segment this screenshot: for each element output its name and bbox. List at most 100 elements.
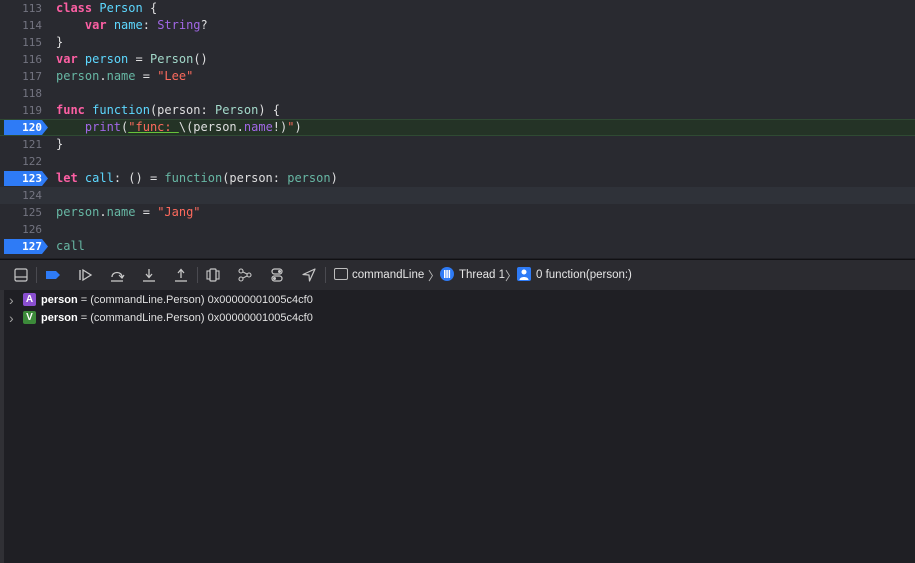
code-text[interactable]: } [56,34,63,51]
step-out-button[interactable] [173,267,189,283]
code-line[interactable]: 117 person.name = "Lee" [0,68,915,85]
code-token: name [243,120,273,134]
line-number-gutter[interactable]: 118 [0,85,46,102]
code-token: . [236,120,244,134]
code-line[interactable]: 114 var name: String? [0,17,915,34]
code-text[interactable]: person.name = "Jang" [56,204,201,221]
code-line[interactable]: 125 person.name = "Jang" [0,204,915,221]
line-number: 117 [22,70,42,83]
line-number-gutter[interactable]: 126 [0,221,46,238]
memory-graph-button[interactable] [237,267,253,283]
view-hierarchy-button[interactable] [205,267,221,283]
line-number-gutter[interactable]: 123 [0,170,48,187]
code-line[interactable]: 124 [0,187,915,204]
code-line[interactable]: 119 func function(person: Person) { [0,102,915,119]
code-token: person [84,52,129,66]
breadcrumb-frame[interactable]: 0 function(person:) [536,268,632,282]
code-token: } [56,137,64,151]
line-number-gutter[interactable]: 124 [0,187,46,204]
variables-view[interactable]: › Aperson = (commandLine.Person) 0x000000… [0,290,915,563]
code-token: ) { [258,103,281,117]
line-number: 113 [22,2,42,15]
line-number-gutter[interactable]: 120 [0,120,48,135]
code-token: ) [294,120,302,134]
simulate-location-button[interactable] [301,267,317,283]
code-line[interactable]: 127 call [0,238,915,255]
chevron-right-icon: 〉 [505,269,518,283]
line-number-gutter[interactable]: 113 [0,0,46,17]
disclosure-chevron-icon[interactable]: › [9,292,14,308]
variable-value: = (commandLine.Person) 0x00000001005c4cf… [77,312,313,324]
line-number-gutter[interactable]: 114 [0,17,46,34]
hide-debug-area-button[interactable] [13,267,29,283]
breadcrumb-thread[interactable]: Thread 1 [459,268,505,282]
code-token: = [135,69,158,83]
code-token: String [157,18,201,32]
breadcrumb-separator [325,267,326,283]
line-number: 127 [22,240,42,253]
line-number-gutter[interactable]: 117 [0,68,46,85]
code-text[interactable]: print("func: \(person.name!)") [56,120,302,135]
code-line[interactable]: 120 print("func: \(person.name!)") [0,119,915,136]
line-number-gutter[interactable]: 121 [0,136,46,153]
code-token: name [113,18,143,32]
step-into-button[interactable] [141,267,157,283]
code-token: class [56,1,93,15]
debug-bar: commandLine 〉 Thread 1 〉 0 function(pers… [0,259,915,291]
code-line[interactable]: 121} [0,136,915,153]
code-token: Person [99,1,143,15]
code-line[interactable]: 115} [0,34,915,51]
variable-row[interactable]: › Vperson = (commandLine.Person) 0x000000… [4,310,904,326]
code-text[interactable]: func function(person: Person) { [56,102,280,119]
step-over-button[interactable] [109,267,125,283]
disclosure-chevron-icon[interactable]: › [9,310,14,326]
code-token: Person [214,103,259,117]
code-line[interactable]: 126 [0,221,915,238]
line-number: 115 [22,36,42,49]
code-token: . [99,205,107,219]
line-number-gutter[interactable]: 125 [0,204,46,221]
code-text[interactable]: let call: () = function(person: person) [56,170,338,187]
code-text[interactable]: var person = Person() [56,51,208,68]
line-number-gutter[interactable]: 127 [0,238,48,255]
code-token: . [99,69,107,83]
line-number-gutter[interactable]: 116 [0,51,46,68]
code-token: = [128,52,150,66]
code-token: function [92,103,150,117]
line-number: 120 [22,121,42,134]
code-line[interactable]: 113 class Person { [0,0,915,17]
code-token: ? [200,18,208,32]
location-icon [301,267,317,283]
line-number-gutter[interactable]: 119 [0,102,46,119]
code-line[interactable]: 118 [0,85,915,102]
code-token: person [56,69,100,83]
variable-row[interactable]: › Aperson = (commandLine.Person) 0x000000… [4,292,904,308]
code-text[interactable]: call [56,238,85,255]
code-text[interactable]: person.name = "Lee" [56,68,193,85]
stack-frame-icon [517,267,531,281]
line-number: 119 [22,104,42,117]
code-line[interactable]: 123 let call: () = function(person: perso… [0,170,915,187]
line-number-gutter[interactable]: 115 [0,34,46,51]
variable-kind-badge: V [23,311,36,324]
code-token: \( [178,120,194,134]
source-editor[interactable]: 113 class Person {114 var name: String? 11… [0,0,915,258]
code-text[interactable]: } [56,136,63,153]
panel-bottom-icon [13,267,29,283]
code-token: (person: [149,103,215,117]
code-text[interactable]: class Person { [56,0,157,17]
line-number: 126 [22,223,42,236]
variable-text: person = (commandLine.Person) 0x00000001… [41,310,313,326]
code-token: call [56,239,85,253]
code-line[interactable]: 116 var person = Person() [0,51,915,68]
breadcrumb-process[interactable]: commandLine [352,268,424,282]
code-token: !) [272,120,288,134]
code-line[interactable]: 122 [0,153,915,170]
code-text[interactable]: var name: String? [56,17,208,34]
code-token: person [193,120,237,134]
line-number-gutter[interactable]: 122 [0,153,46,170]
breakpoints-toggle-button[interactable] [45,267,61,283]
environment-overrides-button[interactable] [269,267,285,283]
continue-button[interactable] [77,267,93,283]
